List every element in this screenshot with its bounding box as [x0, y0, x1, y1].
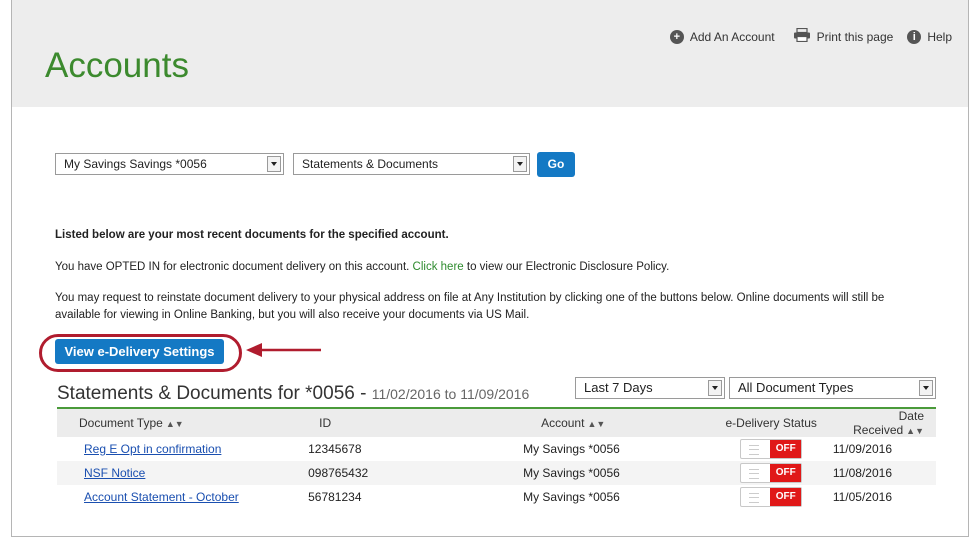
toggle-off-label: OFF — [770, 440, 802, 458]
opted-in-text: You have OPTED IN for electronic documen… — [55, 261, 669, 273]
document-link[interactable]: Account Statement - October — [84, 490, 239, 504]
document-id: 56781234 — [308, 490, 362, 504]
edelivery-toggle[interactable]: OFF — [740, 487, 803, 507]
column-header-document-type[interactable]: Document Type ▲▼ — [57, 409, 285, 437]
period-select[interactable]: Last 7 Days — [575, 377, 725, 399]
table-row: Account Statement - October 56781234 My … — [57, 485, 936, 509]
info-icon: i — [907, 29, 922, 44]
account-select[interactable]: My Savings Savings *0056 — [55, 153, 284, 175]
reinstate-text-line1: You may request to reinstate document de… — [55, 292, 885, 304]
chevron-down-icon — [708, 380, 722, 396]
sort-icon: ▲▼ — [906, 426, 924, 436]
add-account-link[interactable]: + Add An Account — [669, 29, 775, 44]
toggle-off-label: OFF — [770, 488, 802, 506]
section-heading: Statements & Documents for *0056 - 11/02… — [57, 383, 529, 405]
plus-circle-icon: + — [669, 29, 684, 44]
column-header-id: ID — [284, 409, 487, 437]
document-account: My Savings *0056 — [486, 461, 710, 485]
reinstate-text-line2: available for viewing in Online Banking,… — [55, 309, 530, 321]
period-select-value: Last 7 Days — [584, 380, 653, 395]
page-title: Accounts — [45, 46, 189, 85]
document-date: 11/05/2016 — [832, 490, 892, 504]
view-edelivery-settings-button[interactable]: View e-Delivery Settings — [55, 339, 224, 364]
document-date: 11/09/2016 — [832, 442, 892, 456]
column-header-edelivery-status: e-Delivery Status — [709, 409, 833, 437]
toggle-grip-icon — [749, 469, 760, 479]
opted-in-suffix: to view our Electronic Disclosure Policy… — [463, 261, 670, 273]
print-page-label: Print this page — [816, 29, 894, 44]
document-account: My Savings *0056 — [523, 490, 620, 504]
intro-text: Listed below are your most recent docume… — [55, 229, 449, 241]
print-page-link[interactable]: Print this page — [793, 27, 894, 45]
document-id: 098765432 — [284, 461, 487, 485]
document-id: 12345678 — [308, 442, 362, 456]
documents-table: Document Type ▲▼ ID Account ▲▼ e-Delivery … — [57, 409, 936, 509]
toggle-grip-icon — [749, 445, 760, 455]
toggle-off-label: OFF — [770, 464, 802, 482]
column-header-account[interactable]: Account ▲▼ — [486, 409, 710, 437]
arrow-left-icon — [246, 343, 321, 357]
section-title: Statements & Documents for *0056 - — [57, 383, 372, 404]
table-row: NSF Notice 098765432 My Savings *0056 OF… — [57, 461, 936, 485]
sort-icon: ▲▼ — [165, 419, 184, 429]
document-link[interactable]: Reg E Opt in confirmation — [84, 442, 221, 456]
document-date: 11/08/2016 — [832, 461, 936, 485]
chevron-down-icon — [267, 156, 281, 172]
printer-icon — [793, 27, 811, 45]
go-button[interactable]: Go — [537, 152, 575, 177]
help-label: Help — [927, 29, 952, 44]
chevron-down-icon — [919, 380, 933, 396]
toggle-grip-icon — [749, 493, 760, 503]
document-type-value: All Document Types — [738, 380, 854, 395]
header-links: + Add An Account Print this page i Help — [656, 27, 952, 45]
table-row: Reg E Opt in confirmation 12345678 My Sa… — [57, 437, 936, 461]
disclosure-link[interactable]: Click here — [413, 261, 464, 273]
document-category-value: Statements & Documents — [302, 157, 439, 171]
document-category-select[interactable]: Statements & Documents — [293, 153, 530, 175]
table-header-row: Document Type ▲▼ ID Account ▲▼ e-Delivery … — [57, 409, 936, 437]
document-link[interactable]: NSF Notice — [84, 466, 145, 480]
help-link[interactable]: i Help — [907, 29, 952, 44]
date-range: 11/02/2016 to 11/09/2016 — [371, 386, 530, 402]
document-account: My Savings *0056 — [523, 442, 620, 456]
account-select-value: My Savings Savings *0056 — [64, 157, 207, 171]
sort-icon: ▲▼ — [587, 419, 606, 429]
opted-in-prefix: You have OPTED IN for electronic documen… — [55, 261, 413, 273]
edelivery-toggle[interactable]: OFF — [740, 439, 803, 459]
column-header-date-received[interactable]: Date Received ▲▼ — [832, 409, 936, 437]
edelivery-toggle[interactable]: OFF — [740, 463, 803, 483]
add-account-label: Add An Account — [689, 29, 775, 44]
chevron-down-icon — [513, 156, 527, 172]
document-type-select[interactable]: All Document Types — [729, 377, 936, 399]
